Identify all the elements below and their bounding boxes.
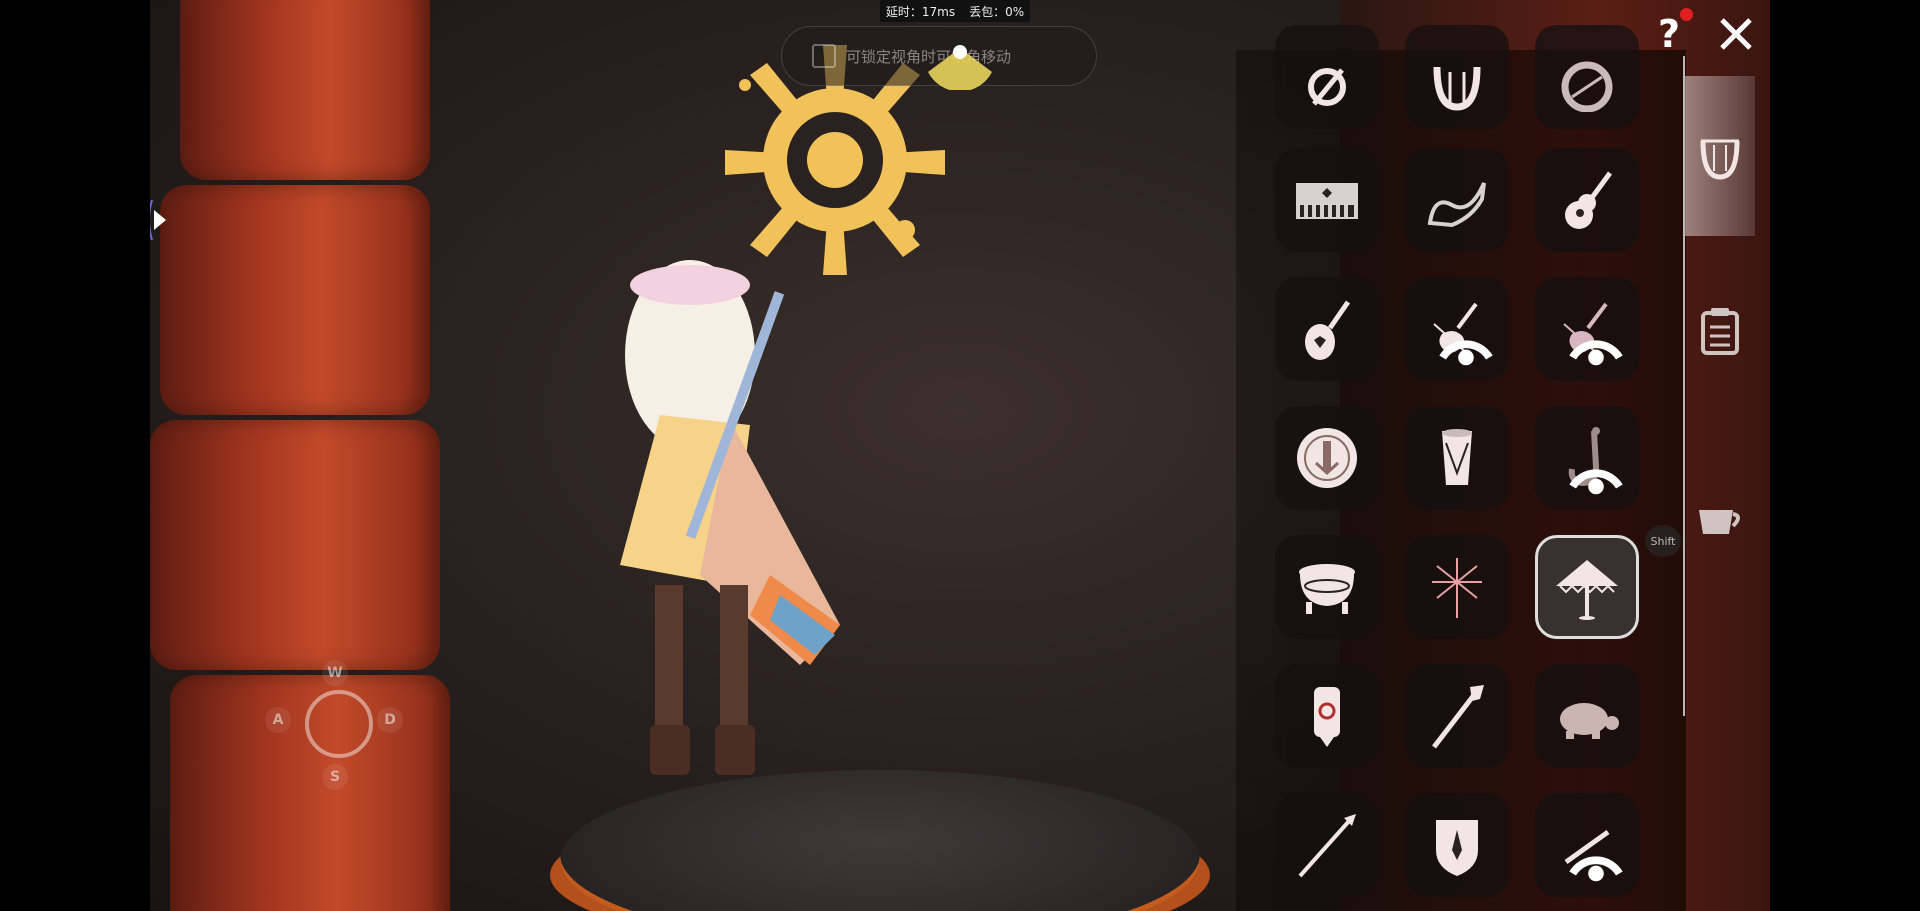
firework-icon: [1432, 558, 1482, 618]
instrument-slot-8[interactable]: [1405, 277, 1509, 381]
cauldron-drum-icon: [1299, 564, 1355, 614]
owned-badge-icon: [1569, 856, 1623, 882]
instrument-slot-10[interactable]: [1275, 406, 1379, 510]
instrument-slot-4[interactable]: [1275, 148, 1379, 252]
instrument-slot-6[interactable]: [1535, 148, 1639, 252]
instrument-slot-12[interactable]: [1535, 406, 1639, 510]
tab-clipboard[interactable]: [1685, 250, 1755, 410]
instrument-slot-19[interactable]: [1275, 793, 1379, 897]
key-w[interactable]: W: [322, 660, 348, 686]
close-icon[interactable]: [1716, 14, 1756, 54]
network-stats: 延时：17ms 丢包：0%: [880, 0, 1030, 22]
instrument-slot-17[interactable]: [1405, 664, 1509, 768]
instrument-grid: [1270, 20, 1660, 911]
tab-instruments[interactable]: [1685, 76, 1755, 236]
instrument-slot-21[interactable]: [1535, 793, 1639, 897]
instrument-slot-1[interactable]: [1275, 25, 1379, 129]
lute-icon: [1305, 300, 1351, 360]
instrument-slot-16[interactable]: [1275, 664, 1379, 768]
harp-icon: [1433, 66, 1481, 111]
movement-joystick[interactable]: W A D S: [265, 660, 425, 800]
harp-tab-icon: [1700, 139, 1740, 180]
guitar-icon: [1565, 171, 1613, 229]
packet-loss-label: 丢包：0%: [969, 4, 1025, 19]
owned-badge-icon: [1569, 340, 1623, 366]
cup-tab-icon: [1699, 510, 1740, 534]
instrument-slot-2[interactable]: [1405, 25, 1509, 129]
clipboard-tab-icon: [1701, 308, 1739, 355]
instrument-slot-14[interactable]: [1405, 535, 1509, 639]
instrument-slot-7[interactable]: [1275, 277, 1379, 381]
umbrella-icon: [1556, 560, 1618, 620]
instrument-slot-18[interactable]: [1535, 664, 1639, 768]
instrument-slot-11[interactable]: [1405, 406, 1509, 510]
key-d[interactable]: D: [377, 707, 403, 733]
spear-icon: [1298, 814, 1356, 878]
staff-icon: [1432, 685, 1484, 749]
shift-key-hint[interactable]: Shift: [1645, 525, 1681, 557]
instrument-slot-13[interactable]: [1275, 535, 1379, 639]
handpan-icon: [1297, 428, 1357, 488]
turtle-icon: [1560, 703, 1619, 739]
category-tabs: [1685, 70, 1765, 911]
expand-menu-arrow-icon[interactable]: [150, 200, 170, 240]
owned-badge-icon: [1439, 340, 1493, 366]
checkbox-icon[interactable]: [812, 44, 836, 68]
instrument-slot-20[interactable]: [1405, 793, 1509, 897]
player-character: [620, 260, 840, 775]
drum-round-icon: [1561, 61, 1613, 112]
key-s[interactable]: S: [322, 764, 348, 790]
key-a[interactable]: A: [265, 707, 291, 733]
tab-cup[interactable]: [1685, 440, 1755, 600]
joystick-ring[interactable]: [305, 690, 373, 758]
lantern-icon: [1314, 687, 1340, 747]
horn-icon: [1427, 182, 1486, 228]
latency-label: 延时：17ms: [885, 4, 956, 19]
instrument-slot-15-selected[interactable]: [1535, 535, 1639, 639]
kalimba-icon: [1296, 183, 1358, 219]
instrument-slot-5[interactable]: [1405, 148, 1509, 252]
energy-fan-icon: [928, 45, 992, 90]
owned-badge-icon: [1569, 469, 1623, 495]
shield-icon: [1436, 820, 1478, 876]
instrument-slot-9[interactable]: [1535, 277, 1639, 381]
notification-dot: [1680, 8, 1693, 21]
instrument-slot-3[interactable]: [1535, 25, 1639, 129]
hand-drum-icon: [1442, 429, 1472, 485]
generic-round-icon: [1308, 68, 1346, 106]
